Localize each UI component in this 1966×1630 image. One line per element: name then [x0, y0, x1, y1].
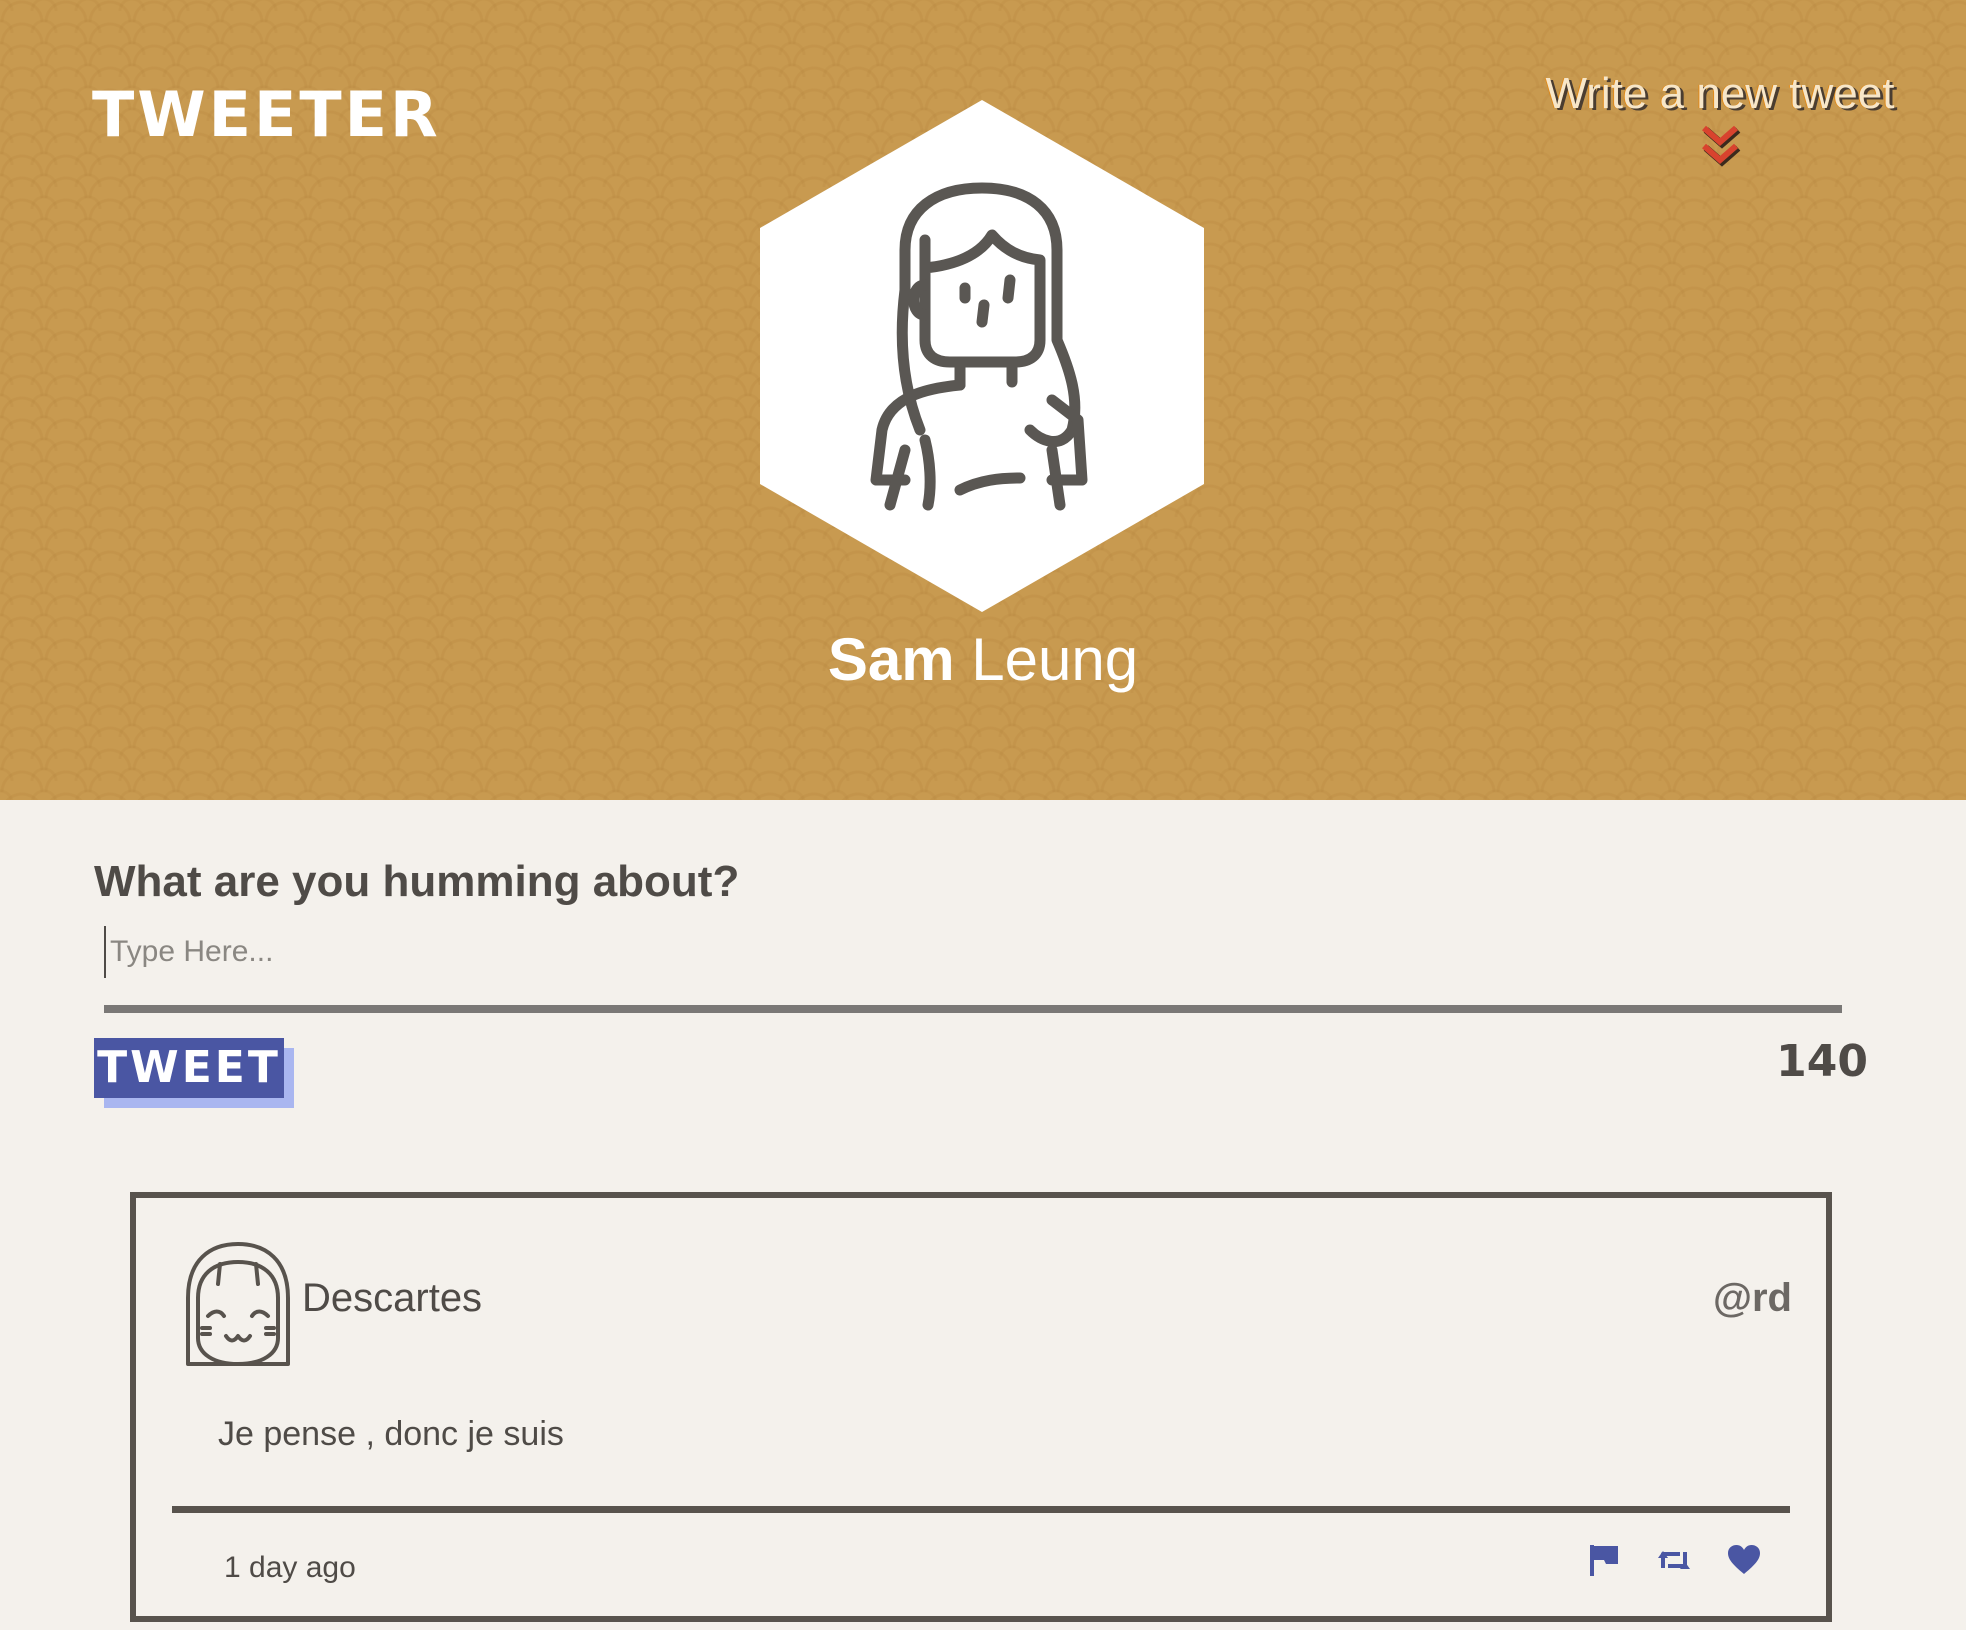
profile-name: Sam Leung — [683, 627, 1283, 693]
profile-last-name: Leung — [971, 626, 1139, 693]
retweet-icon[interactable] — [1656, 1542, 1692, 1578]
profile-header: TWEETER Write a new tweet Sam Leung — [0, 0, 1966, 800]
tweet-author-name: Descartes — [302, 1276, 483, 1320]
double-chevron-down-icon[interactable] — [1698, 122, 1742, 170]
tweet-actions — [1586, 1542, 1762, 1578]
tweet-card: Descartes @rd Je pense , donc je suis 1 … — [130, 1192, 1832, 1622]
app-logo[interactable]: TWEETER — [92, 84, 441, 146]
write-new-tweet-toggle[interactable]: Write a new tweet — [1520, 69, 1920, 170]
tweet-timestamp: 1 day ago — [224, 1551, 356, 1584]
woman-avatar-icon — [760, 100, 1204, 612]
tweet-input[interactable] — [104, 926, 1840, 978]
girl-avatar-icon — [186, 1242, 290, 1366]
character-counter: 140 — [1776, 1036, 1868, 1087]
app: TWEETER Write a new tweet Sam Leung What… — [0, 0, 1966, 1630]
tweet-text: Je pense , donc je suis — [218, 1415, 564, 1453]
flag-icon[interactable] — [1586, 1542, 1622, 1578]
profile-first-name: Sam — [827, 626, 955, 693]
compose-divider — [104, 1005, 1842, 1013]
tweet-divider — [172, 1506, 1790, 1513]
heart-icon[interactable] — [1726, 1542, 1762, 1578]
tweet-button[interactable]: TWEET — [94, 1038, 284, 1098]
tweet-author-handle: @rd — [1712, 1276, 1792, 1320]
write-new-tweet-label[interactable]: Write a new tweet — [1520, 69, 1920, 118]
compose-title: What are you humming about? — [94, 857, 740, 906]
